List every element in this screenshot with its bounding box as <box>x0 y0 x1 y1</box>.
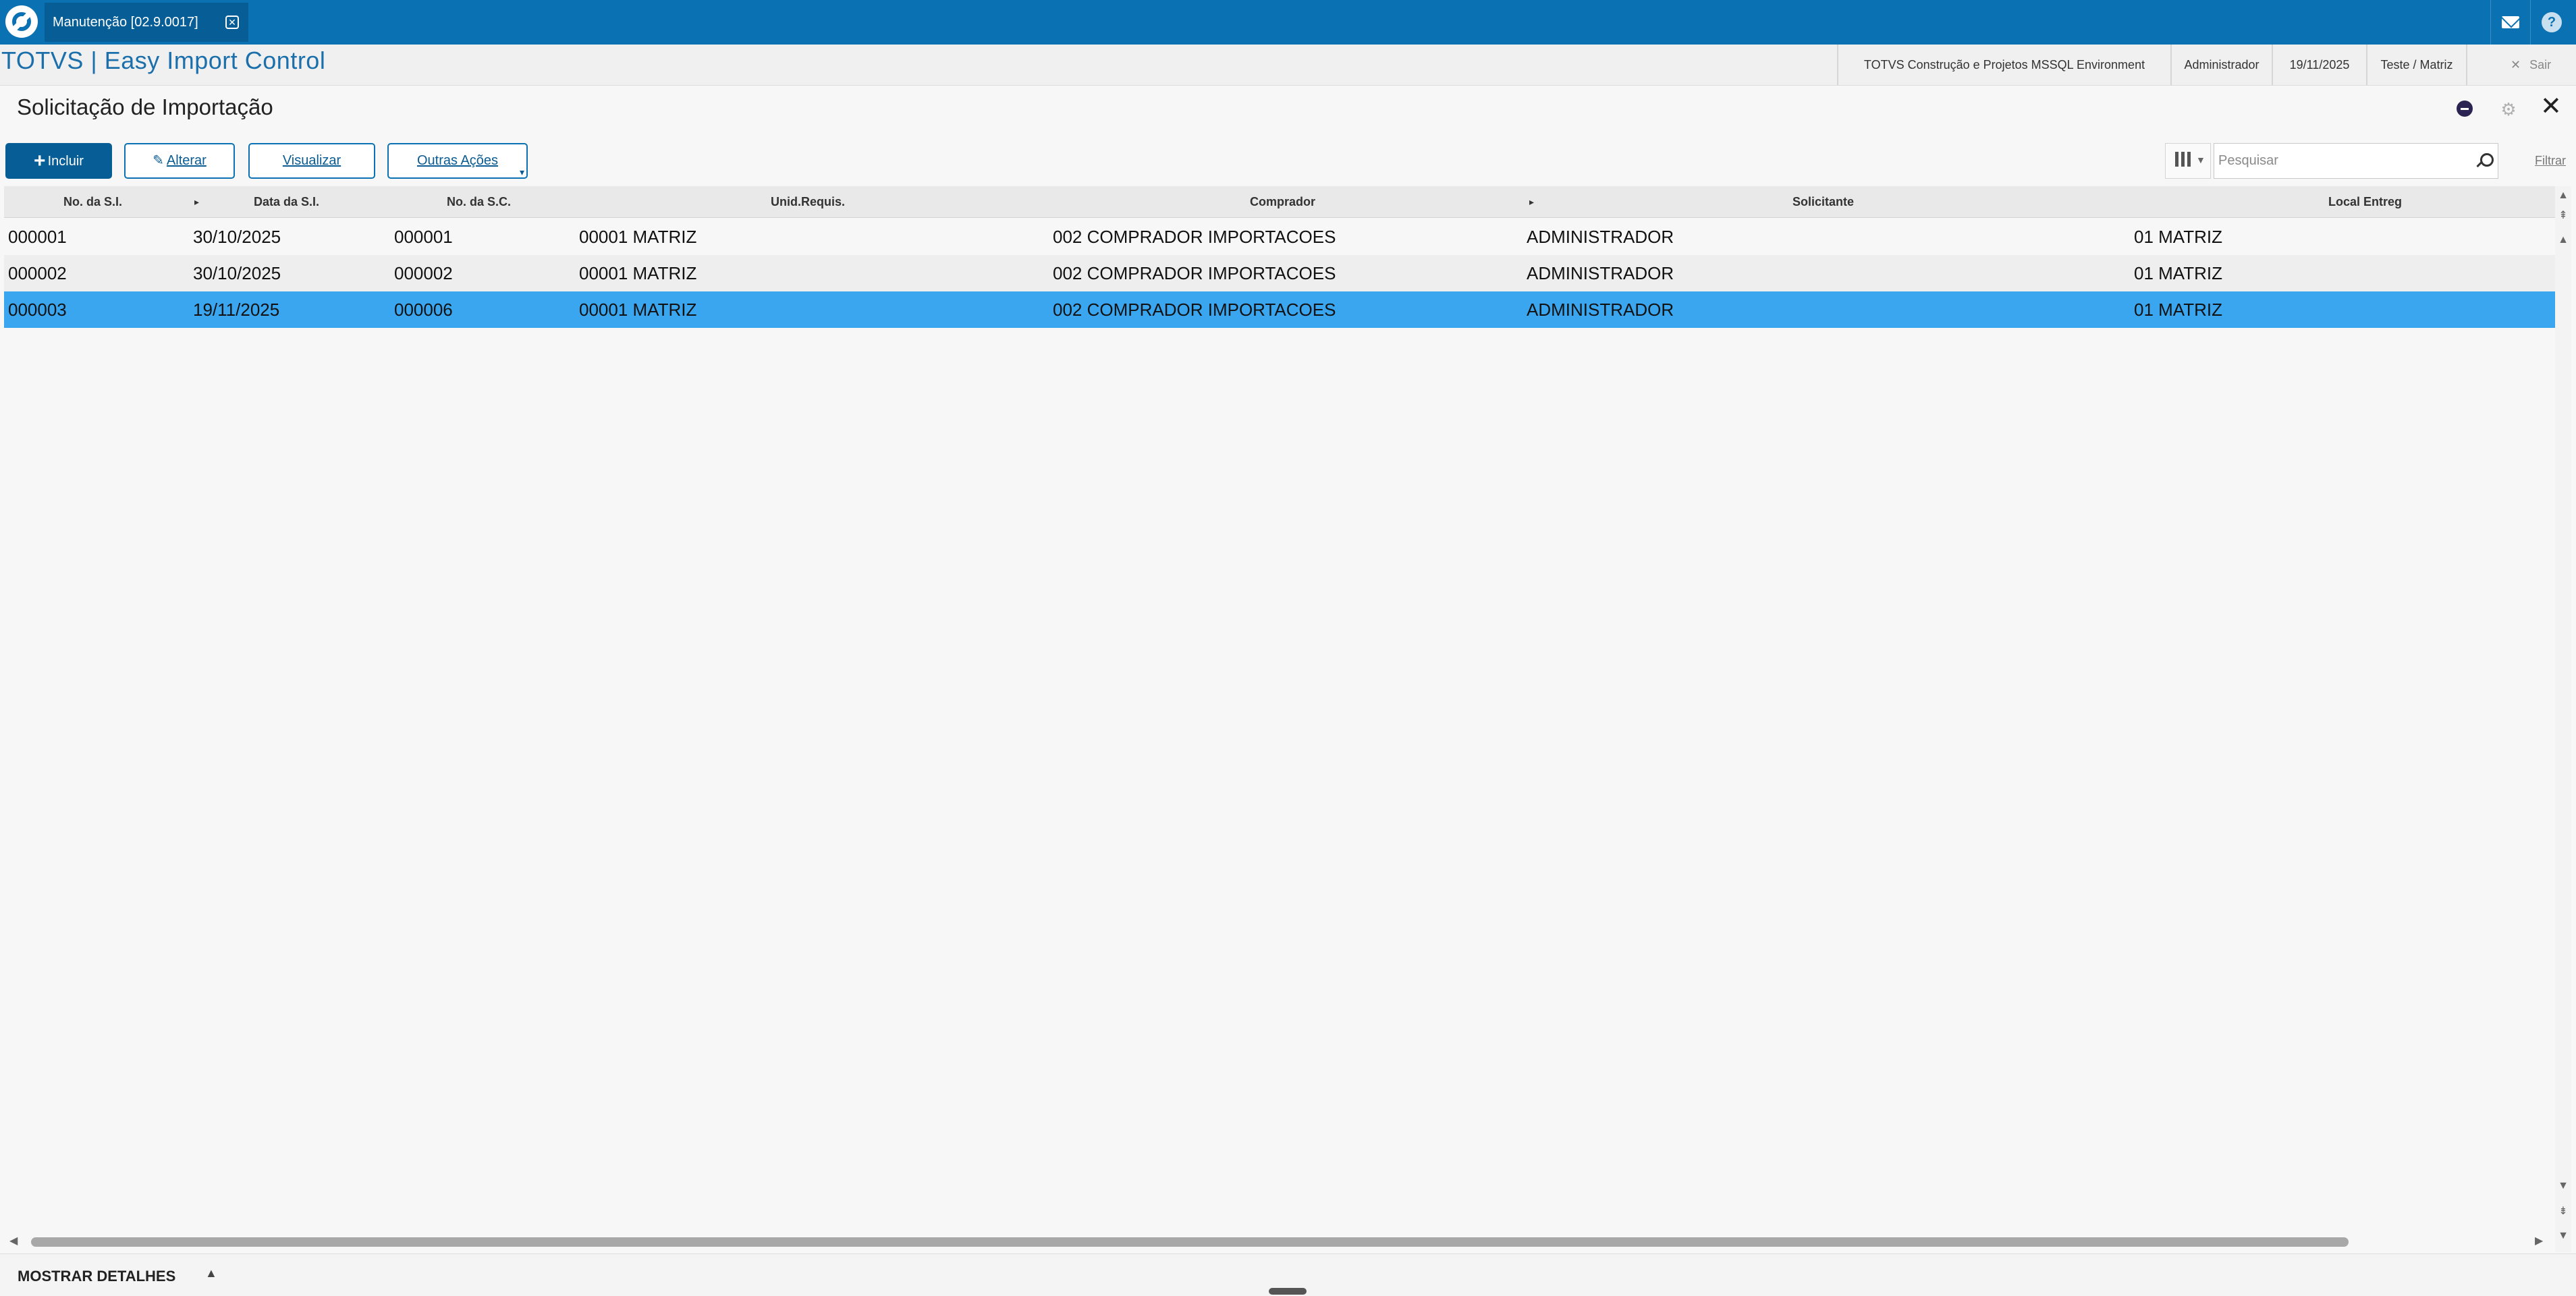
tab-label: Manutenção [02.9.0017] <box>53 15 198 30</box>
vertical-scrollbar[interactable]: ▲ ⇞ ▲ ▼ ⇟ ▼ <box>2555 186 2571 1252</box>
scroll-right-icon[interactable]: ▶ <box>2535 1233 2543 1249</box>
search-box <box>2214 143 2498 179</box>
include-label: Incluir <box>47 154 84 169</box>
chevron-down-icon: ▼ <box>2196 154 2205 165</box>
col-header-si-number[interactable]: No. da S.I. <box>63 186 122 217</box>
edit-label: Alterar <box>166 153 207 168</box>
tab-manutencao[interactable]: Manutenção [02.9.0017] ✕ <box>45 3 248 42</box>
scroll-up-icon[interactable]: ▲ <box>2555 233 2571 247</box>
totvs-logo-icon[interactable] <box>5 5 38 38</box>
show-details-toggle[interactable]: MOSTRAR DETALHES <box>18 1268 175 1285</box>
page-title: Solicitação de Importação <box>17 94 273 119</box>
cell-delivery-location: 01 MATRIZ <box>2134 300 2222 320</box>
help-button[interactable]: ? <box>2532 0 2571 45</box>
branch-label: Teste / Matriz <box>2366 45 2467 85</box>
view-label: Visualizar <box>282 153 341 168</box>
mail-icon <box>2502 16 2519 28</box>
tab-close-icon[interactable]: ✕ <box>225 16 239 29</box>
cell-buyer: 002 COMPRADOR IMPORTACOES <box>1053 263 1336 283</box>
col-header-requesting-unit[interactable]: Unid.Requis. <box>771 186 845 217</box>
header-info-bar: TOTVS | Easy Import Control TOTVS Constr… <box>0 45 2576 86</box>
table-row[interactable]: 000001 30/10/2025 000001 00001 MATRIZ 00… <box>4 219 2555 255</box>
columns-config-button[interactable]: ▼ <box>2165 143 2211 179</box>
date-label: 19/11/2025 <box>2272 45 2366 85</box>
col-header-buyer[interactable]: Comprador <box>1250 186 1315 217</box>
logout-label: Sair <box>2529 58 2552 72</box>
user-label: Administrador <box>2170 45 2272 85</box>
scroll-page-up-icon[interactable]: ⇞ <box>2555 209 2571 223</box>
view-button[interactable]: Visualizar <box>248 143 375 179</box>
search-icon[interactable] <box>2475 152 2494 171</box>
columns-icon <box>2175 152 2191 167</box>
edit-button[interactable]: ✎ Alterar <box>124 143 235 179</box>
table-row-selected[interactable]: 000003 19/11/2025 000006 00001 MATRIZ 00… <box>4 291 2555 328</box>
col-header-si-date[interactable]: Data da S.I. <box>254 186 319 217</box>
app-title: TOTVS | Easy Import Control <box>1 47 326 74</box>
pencil-icon: ✎ <box>153 153 164 168</box>
cell-si-date: 19/11/2025 <box>193 300 280 320</box>
logout-button[interactable]: ✕ Sair <box>2511 45 2551 85</box>
cell-requesting-unit: 00001 MATRIZ <box>579 263 697 283</box>
cell-delivery-location: 01 MATRIZ <box>2134 263 2222 283</box>
cell-delivery-location: 01 MATRIZ <box>2134 227 2222 247</box>
grid-header: No. da S.I. ▸ Data da S.I. No. da S.C. U… <box>4 186 2555 218</box>
scroll-top-icon[interactable]: ▲ <box>2555 189 2571 202</box>
resize-handle[interactable] <box>1269 1288 1307 1295</box>
cell-buyer: 002 COMPRADOR IMPORTACOES <box>1053 227 1336 247</box>
filter-link[interactable]: Filtrar <box>2535 154 2566 168</box>
cell-si-number: 000002 <box>8 263 67 283</box>
other-actions-label: Outras Ações <box>416 153 499 168</box>
cell-si-date: 30/10/2025 <box>193 263 281 283</box>
cell-si-number: 000001 <box>8 227 67 247</box>
search-input[interactable] <box>2218 144 2461 178</box>
cell-requesting-unit: 00001 MATRIZ <box>579 227 697 247</box>
chevron-up-icon[interactable]: ▲ <box>205 1266 217 1280</box>
top-bar: Manutenção [02.9.0017] ✕ ? <box>0 0 2576 45</box>
table-row[interactable]: 000002 30/10/2025 000002 00001 MATRIZ 00… <box>4 255 2555 291</box>
cell-buyer: 002 COMPRADOR IMPORTACOES <box>1053 300 1336 320</box>
scroll-bottom-icon[interactable]: ▼ <box>2555 1229 2571 1243</box>
minimize-icon[interactable] <box>2457 101 2473 117</box>
cell-requester: ADMINISTRADOR <box>1527 300 1674 320</box>
horizontal-scrollbar[interactable]: ◀ ▶ <box>4 1233 2555 1249</box>
plus-icon: + <box>34 150 46 172</box>
environment-label: TOTVS Construção e Projetos MSSQL Enviro… <box>1837 45 2170 85</box>
chevron-down-icon: ▾ <box>519 167 524 177</box>
scroll-page-down-icon[interactable]: ⇟ <box>2555 1205 2571 1218</box>
col-header-sc-number[interactable]: No. da S.C. <box>447 186 511 217</box>
cell-si-number: 000003 <box>8 300 67 320</box>
include-button[interactable]: + Incluir <box>5 143 112 179</box>
other-actions-button[interactable]: Outras Ações ▾ <box>387 143 528 179</box>
cell-sc-number: 000002 <box>394 263 453 283</box>
messages-button[interactable] <box>2490 0 2531 45</box>
scroll-down-icon[interactable]: ▼ <box>2555 1179 2571 1193</box>
data-grid: No. da S.I. ▸ Data da S.I. No. da S.C. U… <box>4 186 2555 1239</box>
help-icon: ? <box>2542 12 2562 32</box>
gear-icon[interactable]: ⚙ <box>2500 101 2517 118</box>
details-footer: MOSTRAR DETALHES ▲ <box>0 1253 2576 1296</box>
cell-requester: ADMINISTRADOR <box>1527 227 1674 247</box>
sort-marker-icon[interactable]: ▸ <box>194 186 199 217</box>
logout-icon: ✕ <box>2511 58 2521 72</box>
cell-si-date: 30/10/2025 <box>193 227 281 247</box>
close-icon[interactable]: ✕ <box>2540 94 2562 119</box>
scroll-left-icon[interactable]: ◀ <box>9 1233 18 1249</box>
horizontal-scroll-thumb[interactable] <box>31 1237 2349 1247</box>
sort-marker-icon[interactable]: ▸ <box>1529 186 1534 217</box>
cell-sc-number: 000001 <box>394 227 453 247</box>
col-header-delivery-location[interactable]: Local Entreg <box>2328 186 2402 217</box>
cell-requester: ADMINISTRADOR <box>1527 263 1674 283</box>
cell-sc-number: 000006 <box>394 300 453 320</box>
cell-requesting-unit: 00001 MATRIZ <box>579 300 697 320</box>
col-header-requester[interactable]: Solicitante <box>1792 186 1854 217</box>
